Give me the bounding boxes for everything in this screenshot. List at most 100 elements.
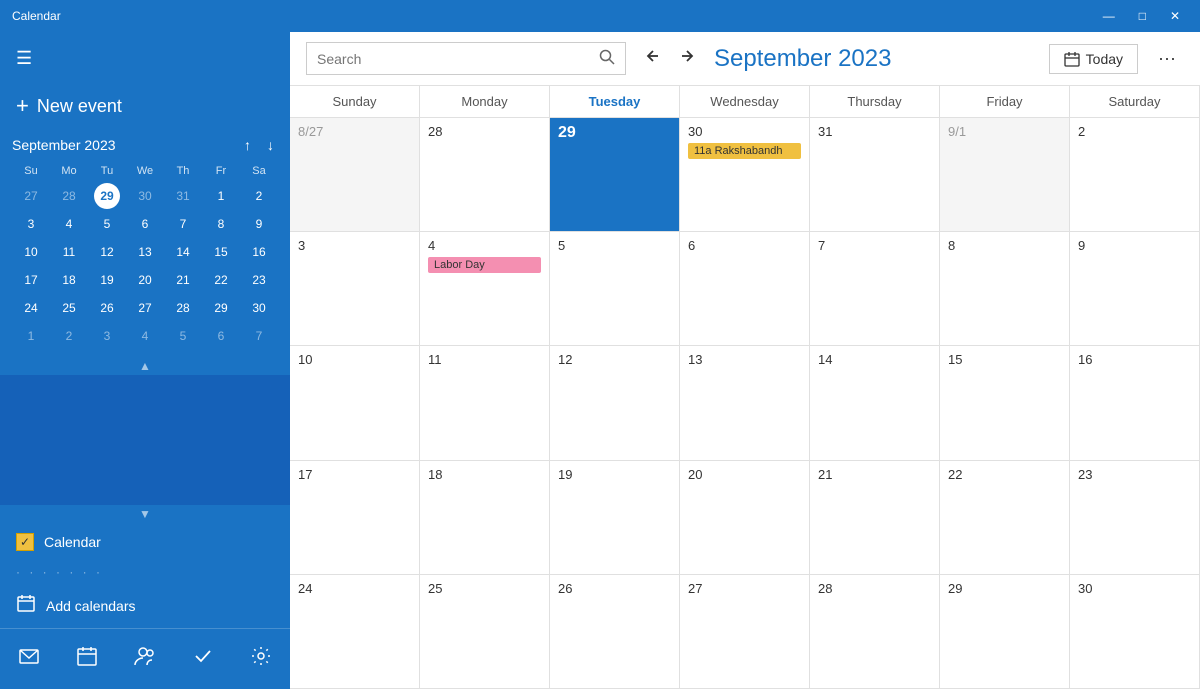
calendar-toggle[interactable]: ✓ Calendar <box>0 523 290 561</box>
mini-cal-day[interactable]: 13 <box>132 239 158 265</box>
today-button[interactable]: Today <box>1049 44 1138 74</box>
mail-nav-button[interactable] <box>8 639 50 679</box>
cal-cell[interactable]: 26 <box>550 575 680 689</box>
search-input[interactable] <box>317 51 599 67</box>
mini-cal-day[interactable]: 24 <box>18 295 44 321</box>
new-event-button[interactable]: + New event <box>0 85 290 127</box>
cal-cell[interactable]: 30 <box>1070 575 1200 689</box>
mini-cal-day[interactable]: 6 <box>208 323 234 349</box>
cal-cell[interactable]: 27 <box>680 575 810 689</box>
mini-cal-day[interactable]: 8 <box>208 211 234 237</box>
tasks-nav-button[interactable] <box>182 639 224 679</box>
mini-cal-day[interactable]: 23 <box>246 267 272 293</box>
cal-cell[interactable]: 25 <box>420 575 550 689</box>
settings-nav-button[interactable] <box>240 639 282 679</box>
mini-cal-day[interactable]: 30 <box>246 295 272 321</box>
mini-cal-day[interactable]: 1 <box>208 183 234 209</box>
calendar-checkbox[interactable]: ✓ <box>16 533 34 551</box>
hamburger-button[interactable]: ☰ <box>16 44 40 73</box>
cal-event-rakshabandhan[interactable]: 11a Rakshabandh <box>688 143 801 159</box>
mini-cal-day[interactable]: 27 <box>18 183 44 209</box>
cal-event-laborday[interactable]: Labor Day <box>428 257 541 273</box>
cal-cell[interactable]: 19 <box>550 461 680 575</box>
mini-cal-day[interactable]: 30 <box>132 183 158 209</box>
cal-cell[interactable]: 4 Labor Day <box>420 232 550 346</box>
scroll-up-button[interactable]: ▲ <box>139 359 151 373</box>
close-button[interactable]: ✕ <box>1162 7 1188 25</box>
mini-cal-day[interactable]: 5 <box>170 323 196 349</box>
mini-cal-day[interactable]: 17 <box>18 267 44 293</box>
cal-cell[interactable]: 17 <box>290 461 420 575</box>
cal-cell[interactable]: 18 <box>420 461 550 575</box>
cal-cell[interactable]: 9/1 <box>940 118 1070 232</box>
calendar-nav-button[interactable] <box>66 639 108 679</box>
scroll-down-button[interactable]: ▼ <box>139 507 151 521</box>
cal-cell[interactable]: 21 <box>810 461 940 575</box>
cal-cell[interactable]: 6 <box>680 232 810 346</box>
mini-cal-day[interactable]: 31 <box>170 183 196 209</box>
cal-cell[interactable]: 3 <box>290 232 420 346</box>
cal-cell[interactable]: 10 <box>290 346 420 460</box>
minimize-button[interactable]: — <box>1095 7 1123 25</box>
cal-cell[interactable]: 16 <box>1070 346 1200 460</box>
mini-cal-day-today[interactable]: 29 <box>94 183 120 209</box>
mini-cal-day[interactable]: 27 <box>132 295 158 321</box>
mini-cal-day[interactable]: 7 <box>246 323 272 349</box>
mini-cal-prev-button[interactable]: ↑ <box>240 135 255 155</box>
maximize-button[interactable]: □ <box>1131 7 1154 25</box>
cal-cell[interactable]: 15 <box>940 346 1070 460</box>
mini-cal-day[interactable]: 26 <box>94 295 120 321</box>
mini-cal-day[interactable]: 2 <box>56 323 82 349</box>
mini-cal-day[interactable]: 20 <box>132 267 158 293</box>
mini-cal-next-button[interactable]: ↓ <box>263 135 278 155</box>
cal-cell[interactable]: 12 <box>550 346 680 460</box>
mini-cal-day[interactable]: 5 <box>94 211 120 237</box>
cal-cell[interactable]: 24 <box>290 575 420 689</box>
cal-cell-today[interactable]: 29 <box>550 118 680 232</box>
mini-cal-day[interactable]: 28 <box>56 183 82 209</box>
cal-cell[interactable]: 28 <box>810 575 940 689</box>
cal-cell[interactable]: 22 <box>940 461 1070 575</box>
cal-cell[interactable]: 30 11a Rakshabandh <box>680 118 810 232</box>
cal-cell[interactable]: 13 <box>680 346 810 460</box>
mini-cal-day[interactable]: 7 <box>170 211 196 237</box>
mini-cal-day[interactable]: 14 <box>170 239 196 265</box>
mini-cal-day[interactable]: 28 <box>170 295 196 321</box>
mini-cal-day[interactable]: 29 <box>208 295 234 321</box>
cal-cell[interactable]: 7 <box>810 232 940 346</box>
mini-cal-day[interactable]: 3 <box>18 211 44 237</box>
cal-cell[interactable]: 8 <box>940 232 1070 346</box>
cal-cell[interactable]: 23 <box>1070 461 1200 575</box>
mini-cal-day[interactable]: 4 <box>56 211 82 237</box>
cal-cell[interactable]: 20 <box>680 461 810 575</box>
cal-cell[interactable]: 31 <box>810 118 940 232</box>
prev-month-button[interactable] <box>638 43 668 74</box>
mini-cal-day[interactable]: 21 <box>170 267 196 293</box>
mini-cal-day[interactable]: 12 <box>94 239 120 265</box>
mini-cal-day[interactable]: 15 <box>208 239 234 265</box>
cal-cell[interactable]: 14 <box>810 346 940 460</box>
mini-cal-day[interactable]: 18 <box>56 267 82 293</box>
people-nav-button[interactable] <box>124 639 166 679</box>
cal-cell[interactable]: 8/27 <box>290 118 420 232</box>
cal-cell[interactable]: 9 <box>1070 232 1200 346</box>
mini-cal-day[interactable]: 19 <box>94 267 120 293</box>
next-month-button[interactable] <box>672 43 702 74</box>
mini-cal-day[interactable]: 3 <box>94 323 120 349</box>
mini-cal-day[interactable]: 22 <box>208 267 234 293</box>
cal-cell[interactable]: 28 <box>420 118 550 232</box>
cal-cell[interactable]: 29 <box>940 575 1070 689</box>
mini-cal-day[interactable]: 10 <box>18 239 44 265</box>
mini-cal-day[interactable]: 16 <box>246 239 272 265</box>
mini-cal-day[interactable]: 4 <box>132 323 158 349</box>
mini-cal-day[interactable]: 6 <box>132 211 158 237</box>
more-options-button[interactable]: ··· <box>1150 44 1184 73</box>
cal-cell[interactable]: 11 <box>420 346 550 460</box>
cal-cell[interactable]: 2 <box>1070 118 1200 232</box>
mini-cal-day[interactable]: 25 <box>56 295 82 321</box>
search-box[interactable] <box>306 42 626 75</box>
add-calendars-button[interactable]: Add calendars <box>0 583 290 628</box>
mini-cal-title[interactable]: September 2023 <box>12 137 116 153</box>
mini-cal-day[interactable]: 11 <box>56 239 82 265</box>
mini-cal-day[interactable]: 9 <box>246 211 272 237</box>
